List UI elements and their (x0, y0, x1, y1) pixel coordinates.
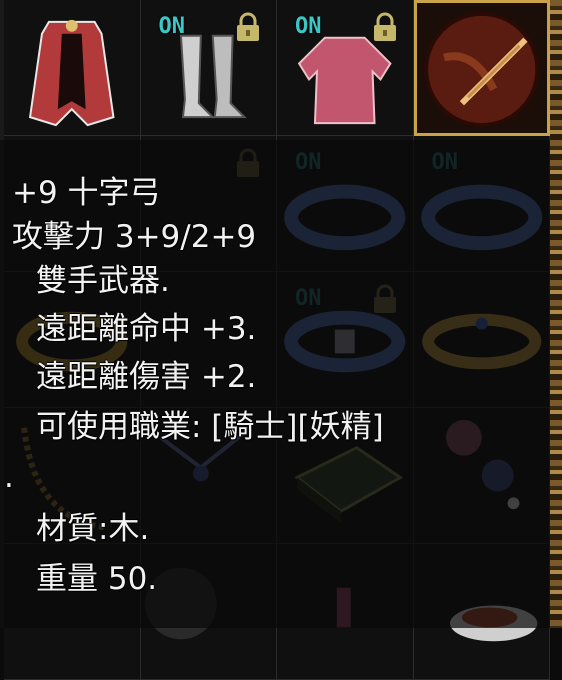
red-cloak-icon (28, 19, 115, 127)
material: 材質:木. (36, 511, 150, 547)
inventory-slot-red-tunic[interactable]: ON (277, 0, 414, 136)
usable-classes: 可使用職業: [騎士][妖精] (36, 409, 384, 445)
item-tooltip: +9 十字弓 攻擊力 3+9/2+9 雙手武器. 遠距離命中 +3. 遠距離傷害… (0, 140, 550, 628)
lock-icon (237, 12, 259, 41)
inventory-slot-crossbow[interactable] (413, 0, 550, 136)
chain-border (550, 0, 562, 628)
item-name: +9 十字弓 (12, 175, 161, 211)
inventory-slot-silver-boots[interactable]: ON (140, 0, 277, 136)
inventory-slot-red-cloak[interactable] (4, 0, 141, 136)
weight: 重量 50. (36, 561, 158, 597)
attack-power: 攻擊力 3+9/2+9 (12, 219, 257, 255)
on-badge: ON (295, 14, 322, 39)
lock-icon (373, 12, 396, 41)
ranged-hit: 遠距離命中 +3. (36, 311, 257, 347)
tooltip-dot: . (4, 459, 14, 495)
on-badge: ON (158, 14, 186, 39)
ranged-damage: 遠距離傷害 +2. (36, 359, 257, 395)
two-handed-weapon: 雙手武器. (36, 263, 170, 299)
crossbow-icon (423, 11, 539, 128)
